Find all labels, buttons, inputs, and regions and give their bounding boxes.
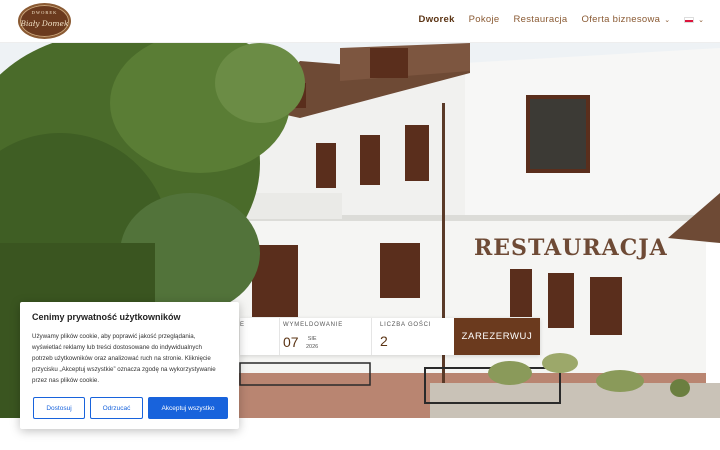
checkout-label: WYMELDOWANIE: [283, 322, 344, 328]
main-nav: Dworek Pokoje Restauracja Oferta bizneso…: [419, 14, 704, 25]
nav-item-oferta-biznesowa[interactable]: Oferta biznesowa: [582, 14, 661, 25]
checkin-field[interactable]: E: [240, 318, 280, 355]
site-header: DWOREK Biały Domek Dworek Pokoje Restaur…: [0, 0, 720, 43]
checkout-year: 2026: [306, 344, 319, 350]
cookie-text-line: wyświetlać reklamy lub treści dostosowan…: [32, 344, 202, 351]
cookie-accept-all-button[interactable]: Akceptuj wszystko: [148, 397, 228, 419]
guests-label: LICZBA GOŚCI: [380, 322, 432, 328]
checkin-label-partial: E: [240, 322, 245, 328]
language-switcher[interactable]: ⌄: [684, 16, 704, 24]
cookie-consent-dialog: Cenimy prywatność użytkowników Używamy p…: [20, 302, 239, 429]
checkout-day: 07: [283, 334, 299, 350]
nav-item-pokoje[interactable]: Pokoje: [469, 14, 500, 25]
page: DWOREK Biały Domek Dworek Pokoje Restaur…: [0, 0, 720, 450]
cookie-customize-button[interactable]: Dostosuj: [33, 397, 85, 419]
cookie-text-line: przez nas plików cookie.: [32, 377, 100, 384]
cookie-title: Cenimy prywatność użytkowników: [32, 312, 181, 322]
nav-item-dworek[interactable]: Dworek: [419, 14, 455, 25]
nav-item-restauracja[interactable]: Restauracja: [514, 14, 568, 25]
site-logo[interactable]: DWOREK Biały Domek: [18, 3, 71, 39]
checkout-field[interactable]: WYMELDOWANIE 07 SIE 2026: [280, 318, 372, 355]
chevron-down-icon: ⌄: [698, 16, 704, 24]
polish-flag-icon: [684, 16, 695, 23]
chevron-down-icon: ⌄: [664, 16, 671, 24]
cookie-text-line: potrzeb użytkowników oraz analizować ruc…: [32, 355, 211, 362]
cookie-text: Używamy plików cookie, aby poprawić jako…: [32, 331, 227, 386]
cookie-text-line: przycisku „Akceptuj wszystkie” oznacza z…: [32, 366, 216, 373]
cookie-text-line: Używamy plików cookie, aby poprawić jako…: [32, 333, 196, 340]
logo-main-text: Biały Domek: [20, 19, 69, 28]
guests-value: 2: [380, 333, 388, 349]
checkout-month-year: SIE 2026: [306, 335, 318, 351]
checkout-month: SIE: [307, 336, 317, 342]
cookie-buttons: Dostosuj Odrzucać Akceptuj wszystko: [33, 397, 228, 419]
logo-top-text: DWOREK: [31, 10, 58, 15]
cookie-reject-button[interactable]: Odrzucać: [90, 397, 143, 419]
nav-item-oferta-wrap[interactable]: Oferta biznesowa ⌄: [582, 14, 671, 25]
restauracja-sign: RESTAURACJA: [474, 235, 668, 261]
reserve-button[interactable]: ZAREZERWUJ: [454, 318, 540, 355]
